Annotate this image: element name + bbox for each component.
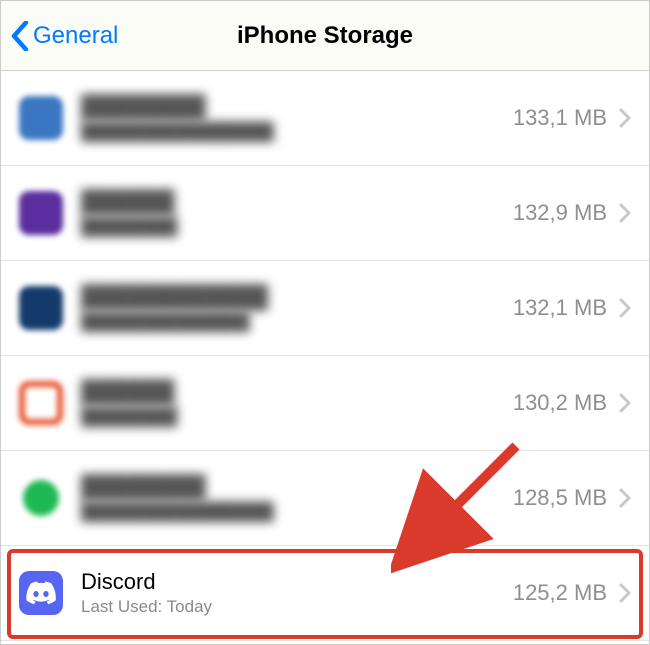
app-row[interactable]: ██████████████████████████132,1 MB <box>1 261 649 356</box>
app-name-label: Discord <box>81 569 513 595</box>
app-sub-label: ████████████████ <box>81 502 513 522</box>
back-label: General <box>33 22 118 50</box>
app-info: ████████████████████████ <box>81 94 513 143</box>
app-icon <box>19 381 63 425</box>
chevron-right-icon <box>619 583 631 603</box>
app-icon <box>19 191 63 235</box>
app-name-label: ████████ <box>81 474 513 500</box>
app-icon <box>19 286 63 330</box>
app-sub-label: ████████ <box>81 407 513 427</box>
app-sub-label: ████████ <box>81 217 513 237</box>
chevron-left-icon <box>11 21 29 51</box>
app-row[interactable]: DiscordLast Used: Today125,2 MB <box>1 546 649 641</box>
navigation-header: General iPhone Storage <box>1 1 649 71</box>
app-size-label: 132,9 MB <box>513 200 607 226</box>
app-name-label: ██████ <box>81 189 513 215</box>
app-icon <box>19 476 63 520</box>
chevron-right-icon <box>619 393 631 413</box>
app-info: ██████████████████████████ <box>81 284 513 333</box>
app-row[interactable]: ████████████████████████128,5 MB <box>1 451 649 546</box>
app-sub-label: ████████████████ <box>81 122 513 142</box>
chevron-right-icon <box>619 298 631 318</box>
app-row[interactable]: ██████████████132,9 MB <box>1 166 649 261</box>
app-size-label: 133,1 MB <box>513 105 607 131</box>
app-row[interactable]: ████████████████████████133,1 MB <box>1 71 649 166</box>
app-size-label: 125,2 MB <box>513 580 607 606</box>
chevron-right-icon <box>619 203 631 223</box>
app-name-label: ████████ <box>81 94 513 120</box>
app-info: DiscordLast Used: Today <box>81 569 513 618</box>
app-sub-label: ██████████████ <box>81 312 513 332</box>
back-button[interactable]: General <box>1 21 118 51</box>
page-title: iPhone Storage <box>237 22 413 50</box>
app-info: ██████████████ <box>81 189 513 238</box>
chevron-right-icon <box>619 108 631 128</box>
app-info: ██████████████ <box>81 379 513 428</box>
app-info: ████████████████████████ <box>81 474 513 523</box>
app-icon <box>19 96 63 140</box>
app-row[interactable]: ██████████████130,2 MB <box>1 356 649 451</box>
app-size-label: 128,5 MB <box>513 485 607 511</box>
app-icon <box>19 571 63 615</box>
app-name-label: ██████ <box>81 379 513 405</box>
chevron-right-icon <box>619 488 631 508</box>
app-size-label: 132,1 MB <box>513 295 607 321</box>
app-size-label: 130,2 MB <box>513 390 607 416</box>
discord-logo-icon <box>26 581 56 605</box>
app-name-label: ████████████ <box>81 284 513 310</box>
app-sub-label: Last Used: Today <box>81 597 513 617</box>
app-list: ████████████████████████133,1 MB████████… <box>1 71 649 641</box>
